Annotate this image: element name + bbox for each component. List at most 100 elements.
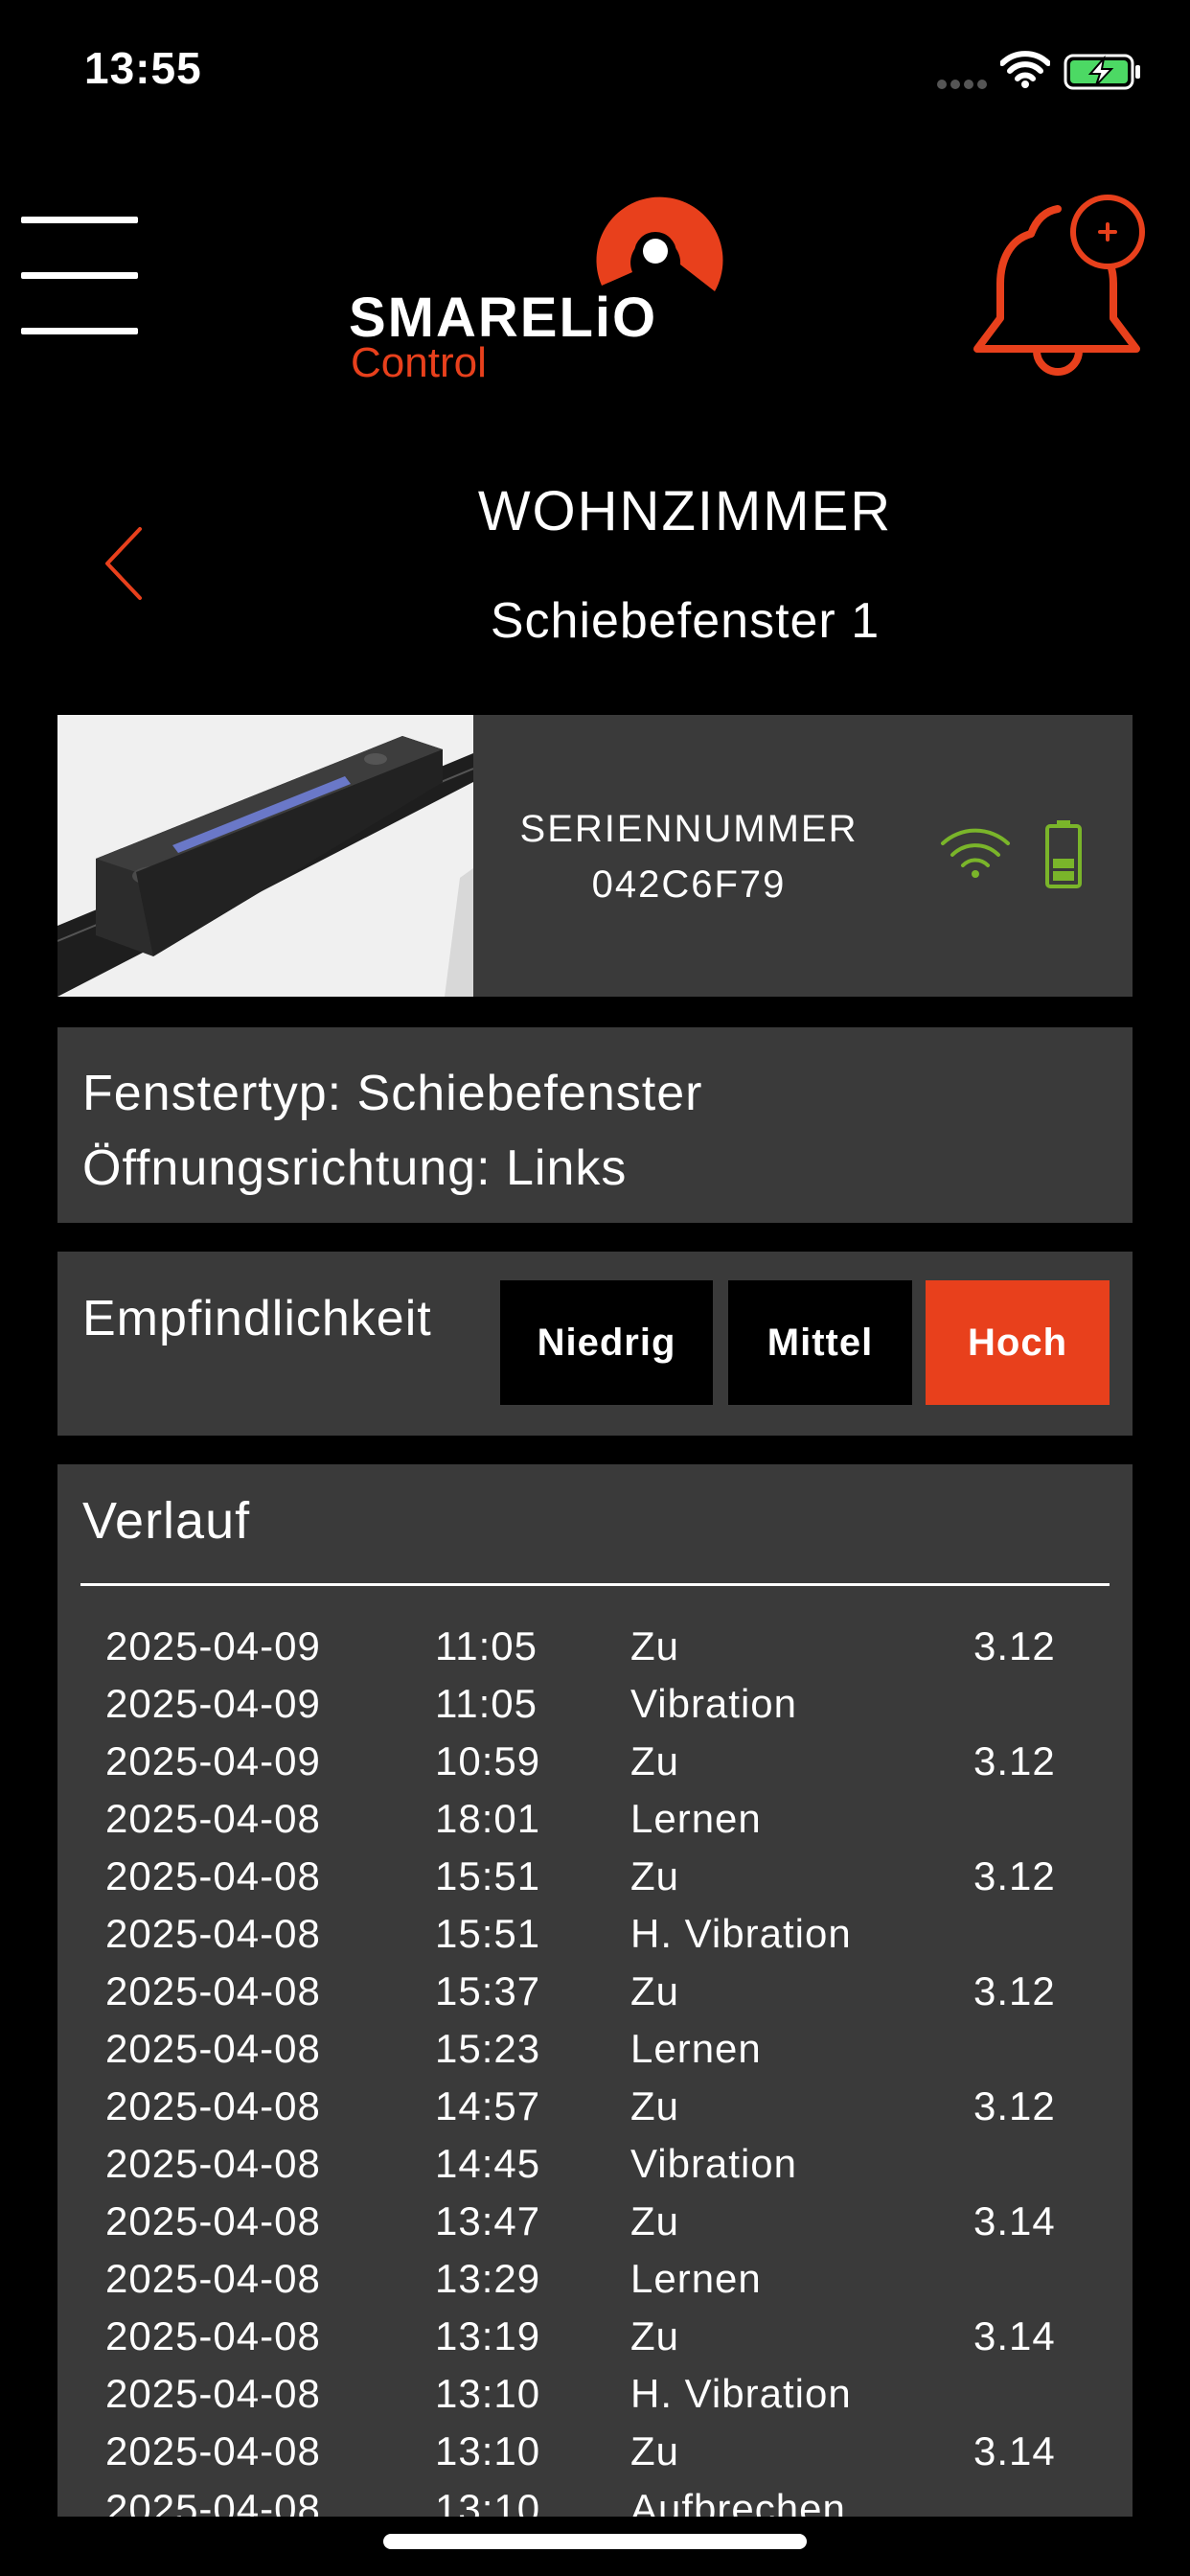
history-date: 2025-04-08 xyxy=(105,2313,321,2358)
history-event: Vibration xyxy=(630,2141,798,2186)
history-date: 2025-04-08 xyxy=(105,2198,321,2243)
opening-direction: Öffnungsrichtung: Links xyxy=(82,1140,628,1196)
history-date: 2025-04-08 xyxy=(105,2428,321,2473)
history-date: 2025-04-09 xyxy=(105,1681,321,1726)
history-row: 2025-04-08 15:51 H. Vibration xyxy=(105,1911,1111,1968)
history-row: 2025-04-08 13:10 H. Vibration xyxy=(105,2371,1111,2428)
history-row: 2025-04-08 13:10 Aufbrechen xyxy=(105,2486,1111,2517)
window-info-card: Fenstertyp: Schiebefenster Öffnungsricht… xyxy=(57,1027,1133,1223)
history-time: 13:10 xyxy=(435,2371,541,2416)
history-value: 3.12 xyxy=(973,1623,1056,1668)
history-time: 18:01 xyxy=(435,1796,541,1841)
history-date: 2025-04-08 xyxy=(105,2256,321,2301)
history-time: 13:29 xyxy=(435,2256,541,2301)
history-time: 11:05 xyxy=(435,1623,538,1668)
battery-charging-icon xyxy=(1064,54,1140,90)
sensitivity-low-button[interactable]: Niedrig xyxy=(500,1280,713,1405)
history-card: Verlauf 2025-04-09 11:05 Zu 3.12 2025-04-09 1… xyxy=(57,1464,1133,2517)
history-date: 2025-04-08 xyxy=(105,1968,321,2013)
history-time: 15:51 xyxy=(435,1911,541,1956)
history-time: 13:47 xyxy=(435,2198,541,2243)
history-time: 11:05 xyxy=(435,1681,538,1726)
hamburger-menu-icon[interactable] xyxy=(21,217,138,335)
history-value: 3.14 xyxy=(973,2313,1056,2358)
history-event: Zu xyxy=(630,2083,680,2128)
history-event: Zu xyxy=(630,1623,680,1668)
device-card: SERIENNUMMER 042C6F79 xyxy=(57,715,1133,997)
history-event: H. Vibration xyxy=(630,2371,852,2416)
history-event: Aufbrechen xyxy=(630,2486,846,2517)
window-name: Schiebefenster 1 xyxy=(490,593,881,649)
device-image xyxy=(57,715,473,997)
history-row: 2025-04-08 13:47 Zu 3.14 xyxy=(105,2198,1111,2256)
room-title: WOHNZIMMER xyxy=(477,480,893,542)
bell-add-icon[interactable] xyxy=(968,188,1159,380)
history-row: 2025-04-08 15:23 Lernen xyxy=(105,2026,1111,2083)
history-event: Lernen xyxy=(630,2256,762,2301)
history-time: 10:59 xyxy=(435,1738,541,1783)
history-value: 3.12 xyxy=(973,2083,1056,2128)
history-value: 3.12 xyxy=(973,1738,1056,1783)
history-time: 15:51 xyxy=(435,1853,541,1898)
history-date: 2025-04-08 xyxy=(105,1911,321,1956)
history-row: 2025-04-08 14:57 Zu 3.12 xyxy=(105,2083,1111,2141)
history-value: 3.14 xyxy=(973,2428,1056,2473)
status-time: 13:55 xyxy=(84,43,202,93)
title-area: WOHNZIMMER Schiebefenster 1 xyxy=(0,450,1190,671)
history-value: 3.14 xyxy=(973,2198,1056,2243)
smarelio-logo: SMARELiO Control xyxy=(345,172,728,386)
history-date: 2025-04-08 xyxy=(105,2083,321,2128)
wifi-signal-icon xyxy=(941,828,1010,878)
history-row: 2025-04-08 14:45 Vibration xyxy=(105,2141,1111,2198)
history-title: Verlauf xyxy=(82,1492,251,1550)
history-date: 2025-04-08 xyxy=(105,2141,321,2186)
history-divider xyxy=(80,1583,1110,1586)
history-event: Zu xyxy=(630,1738,680,1783)
history-date: 2025-04-08 xyxy=(105,2026,321,2071)
home-indicator[interactable] xyxy=(383,2534,807,2549)
history-date: 2025-04-08 xyxy=(105,2371,321,2416)
history-value: 3.12 xyxy=(973,1968,1056,2013)
sensitivity-card: Empfindlichkeit Niedrig Mittel Hoch xyxy=(57,1252,1133,1436)
serial-number: 042C6F79 xyxy=(591,863,787,906)
history-date: 2025-04-08 xyxy=(105,1796,321,1841)
history-event: Lernen xyxy=(630,1796,762,1841)
wifi-icon xyxy=(1000,51,1050,88)
serial-info: SERIENNUMMER 042C6F79 xyxy=(473,801,904,912)
history-row: 2025-04-09 11:05 Vibration xyxy=(105,1681,1111,1738)
history-time: 15:37 xyxy=(435,1968,541,2013)
history-time: 13:10 xyxy=(435,2428,541,2473)
history-list[interactable]: 2025-04-09 11:05 Zu 3.12 2025-04-09 11:05 Vibr… xyxy=(105,1623,1111,2517)
history-date: 2025-04-08 xyxy=(105,2486,321,2517)
sensitivity-medium-button[interactable]: Mittel xyxy=(728,1280,912,1405)
history-event: Lernen xyxy=(630,2026,762,2071)
logo-subtitle: Control xyxy=(351,339,487,386)
history-time: 14:57 xyxy=(435,2083,541,2128)
history-row: 2025-04-09 10:59 Zu 3.12 xyxy=(105,1738,1111,1796)
sensitivity-high-button[interactable]: Hoch xyxy=(926,1280,1110,1405)
history-row: 2025-04-08 13:29 Lernen xyxy=(105,2256,1111,2313)
cellular-signal-icon xyxy=(937,77,991,94)
history-event: Zu xyxy=(630,2198,680,2243)
history-time: 14:45 xyxy=(435,2141,541,2186)
history-row: 2025-04-09 11:05 Zu 3.12 xyxy=(105,1623,1111,1681)
history-event: Zu xyxy=(630,2313,680,2358)
history-event: H. Vibration xyxy=(630,1911,852,1956)
history-event: Zu xyxy=(630,2428,680,2473)
history-event: Vibration xyxy=(630,1681,798,1726)
history-row: 2025-04-08 18:01 Lernen xyxy=(105,1796,1111,1853)
history-date: 2025-04-09 xyxy=(105,1623,321,1668)
history-event: Zu xyxy=(630,1968,680,2013)
window-type: Fenstertyp: Schiebefenster xyxy=(82,1066,703,1121)
history-date: 2025-04-08 xyxy=(105,1853,321,1898)
history-time: 13:19 xyxy=(435,2313,541,2358)
status-bar: 13:55 xyxy=(0,0,1190,144)
history-time: 13:10 xyxy=(435,2486,541,2517)
history-event: Zu xyxy=(630,1853,680,1898)
history-row: 2025-04-08 13:19 Zu 3.14 xyxy=(105,2313,1111,2371)
history-row: 2025-04-08 15:51 Zu 3.12 xyxy=(105,1853,1111,1911)
history-value: 3.12 xyxy=(973,1853,1056,1898)
chevron-left-icon[interactable] xyxy=(100,525,148,602)
history-row: 2025-04-08 15:37 Zu 3.12 xyxy=(105,1968,1111,2026)
app-header: SMARELiO Control xyxy=(0,144,1190,412)
